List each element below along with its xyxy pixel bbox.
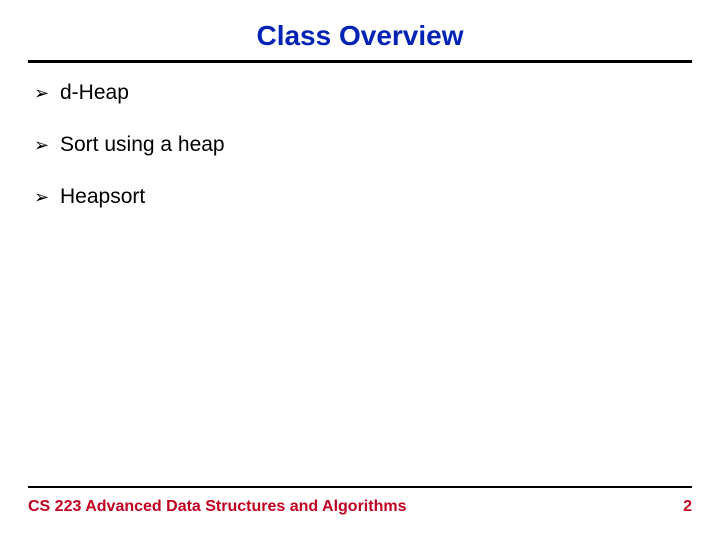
footer-rule (28, 486, 692, 488)
list-item-text: Sort using a heap (60, 133, 225, 157)
footer-course: CS 223 Advanced Data Structures and Algo… (28, 498, 406, 516)
list-item: ➢ Heapsort (34, 185, 692, 209)
slide: Class Overview ➢ d-Heap ➢ Sort using a h… (0, 0, 720, 540)
bullet-icon: ➢ (34, 185, 60, 209)
footer-page-number: 2 (683, 498, 692, 516)
slide-body: ➢ d-Heap ➢ Sort using a heap ➢ Heapsort (28, 63, 692, 209)
slide-footer: CS 223 Advanced Data Structures and Algo… (28, 486, 692, 516)
list-item: ➢ Sort using a heap (34, 133, 692, 157)
list-item-text: d-Heap (60, 81, 129, 105)
slide-title: Class Overview (28, 20, 692, 58)
list-item-text: Heapsort (60, 185, 145, 209)
bullet-icon: ➢ (34, 81, 60, 105)
bullet-icon: ➢ (34, 133, 60, 157)
list-item: ➢ d-Heap (34, 81, 692, 105)
footer-row: CS 223 Advanced Data Structures and Algo… (28, 498, 692, 516)
